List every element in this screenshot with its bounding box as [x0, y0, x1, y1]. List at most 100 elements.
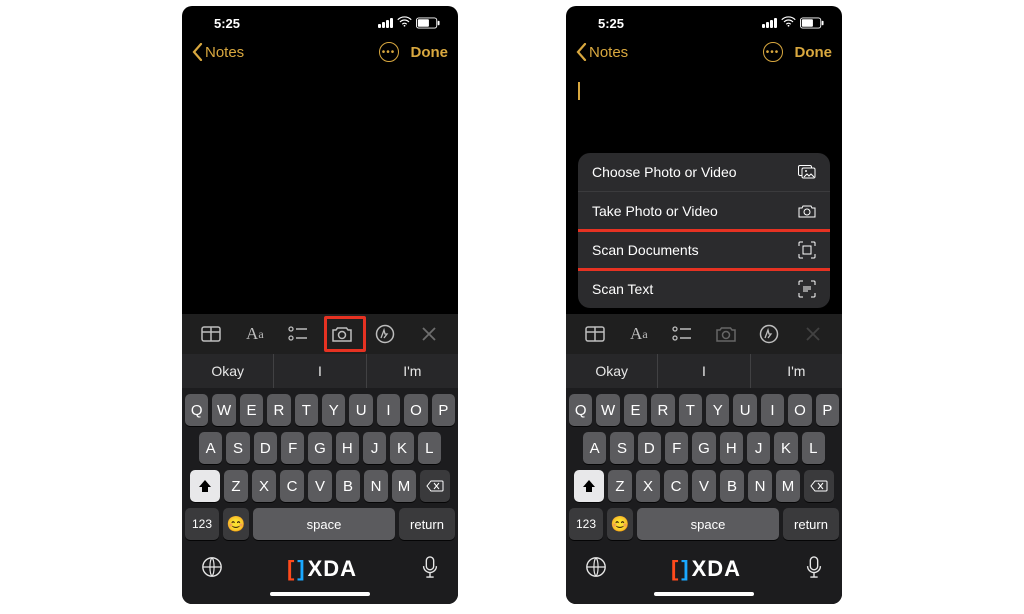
back-button[interactable]: Notes: [192, 43, 244, 61]
key-m[interactable]: M: [392, 470, 416, 502]
menu-take-photo[interactable]: Take Photo or Video: [578, 192, 830, 231]
prediction-2[interactable]: I'm: [367, 354, 458, 388]
menu-scan-documents[interactable]: Scan Documents: [578, 231, 830, 270]
key-h[interactable]: H: [336, 432, 359, 464]
key-l[interactable]: L: [418, 432, 441, 464]
more-button[interactable]: •••: [763, 42, 783, 62]
key-v[interactable]: V: [308, 470, 332, 502]
key-123[interactable]: 123: [569, 508, 603, 540]
globe-button[interactable]: [585, 556, 607, 583]
key-shift[interactable]: [190, 470, 220, 502]
key-space[interactable]: space: [253, 508, 395, 540]
key-c[interactable]: C: [280, 470, 304, 502]
key-shift[interactable]: [574, 470, 604, 502]
menu-choose-photo[interactable]: Choose Photo or Video: [578, 153, 830, 192]
key-t[interactable]: T: [679, 394, 702, 426]
key-r[interactable]: R: [651, 394, 674, 426]
key-o[interactable]: O: [788, 394, 811, 426]
key-k[interactable]: K: [390, 432, 413, 464]
markup-button[interactable]: [755, 320, 783, 348]
key-a[interactable]: A: [583, 432, 606, 464]
key-e[interactable]: E: [240, 394, 263, 426]
table-button[interactable]: [197, 320, 225, 348]
key-space[interactable]: space: [637, 508, 779, 540]
dictation-button[interactable]: [805, 556, 823, 583]
camera-button[interactable]: [712, 320, 740, 348]
key-u[interactable]: U: [349, 394, 372, 426]
key-return[interactable]: return: [783, 508, 839, 540]
prediction-1[interactable]: I: [658, 354, 750, 388]
key-backspace[interactable]: [804, 470, 834, 502]
camera-button[interactable]: [328, 320, 356, 348]
key-s[interactable]: S: [226, 432, 249, 464]
key-s[interactable]: S: [610, 432, 633, 464]
key-v[interactable]: V: [692, 470, 716, 502]
menu-scan-text[interactable]: Scan Text: [578, 270, 830, 308]
key-p[interactable]: P: [432, 394, 455, 426]
close-toolbar-button[interactable]: [415, 320, 443, 348]
key-g[interactable]: G: [692, 432, 715, 464]
key-r[interactable]: R: [267, 394, 290, 426]
key-l[interactable]: L: [802, 432, 825, 464]
close-toolbar-button[interactable]: [799, 320, 827, 348]
home-indicator[interactable]: [654, 592, 754, 596]
key-b[interactable]: B: [336, 470, 360, 502]
key-e[interactable]: E: [624, 394, 647, 426]
checklist-button[interactable]: [668, 320, 696, 348]
key-c[interactable]: C: [664, 470, 688, 502]
back-button[interactable]: Notes: [576, 43, 628, 61]
key-y[interactable]: Y: [322, 394, 345, 426]
markup-button[interactable]: [371, 320, 399, 348]
key-o[interactable]: O: [404, 394, 427, 426]
key-i[interactable]: I: [761, 394, 784, 426]
home-indicator[interactable]: [270, 592, 370, 596]
key-d[interactable]: D: [254, 432, 277, 464]
key-u[interactable]: U: [733, 394, 756, 426]
prediction-1[interactable]: I: [274, 354, 366, 388]
key-j[interactable]: J: [363, 432, 386, 464]
more-button[interactable]: •••: [379, 42, 399, 62]
key-t[interactable]: T: [295, 394, 318, 426]
text-format-button[interactable]: Aa: [241, 320, 269, 348]
key-z[interactable]: Z: [608, 470, 632, 502]
key-h[interactable]: H: [720, 432, 743, 464]
key-q[interactable]: Q: [185, 394, 208, 426]
key-b[interactable]: B: [720, 470, 744, 502]
done-button[interactable]: Done: [411, 44, 449, 61]
dictation-button[interactable]: [421, 556, 439, 583]
key-z[interactable]: Z: [224, 470, 248, 502]
key-p[interactable]: P: [816, 394, 839, 426]
key-f[interactable]: F: [665, 432, 688, 464]
globe-button[interactable]: [201, 556, 223, 583]
key-x[interactable]: X: [252, 470, 276, 502]
key-emoji[interactable]: 😊: [607, 508, 633, 540]
checklist-button[interactable]: [284, 320, 312, 348]
key-return[interactable]: return: [399, 508, 455, 540]
prediction-0[interactable]: Okay: [566, 354, 658, 388]
key-emoji[interactable]: 😊: [223, 508, 249, 540]
key-i[interactable]: I: [377, 394, 400, 426]
key-n[interactable]: N: [748, 470, 772, 502]
key-f[interactable]: F: [281, 432, 304, 464]
prediction-0[interactable]: Okay: [182, 354, 274, 388]
key-k[interactable]: K: [774, 432, 797, 464]
prediction-2[interactable]: I'm: [751, 354, 842, 388]
key-d[interactable]: D: [638, 432, 661, 464]
key-g[interactable]: G: [308, 432, 331, 464]
key-w[interactable]: W: [596, 394, 619, 426]
key-x[interactable]: X: [636, 470, 660, 502]
key-q[interactable]: Q: [569, 394, 592, 426]
key-n[interactable]: N: [364, 470, 388, 502]
done-button[interactable]: Done: [795, 44, 833, 61]
key-123[interactable]: 123: [185, 508, 219, 540]
key-y[interactable]: Y: [706, 394, 729, 426]
key-a[interactable]: A: [199, 432, 222, 464]
text-format-button[interactable]: Aa: [625, 320, 653, 348]
table-button[interactable]: [581, 320, 609, 348]
key-j[interactable]: J: [747, 432, 770, 464]
note-body[interactable]: [182, 70, 458, 314]
key-m[interactable]: M: [776, 470, 800, 502]
key-w[interactable]: W: [212, 394, 235, 426]
key-backspace[interactable]: [420, 470, 450, 502]
note-body[interactable]: Choose Photo or Video Take Photo or Vide…: [566, 70, 842, 314]
